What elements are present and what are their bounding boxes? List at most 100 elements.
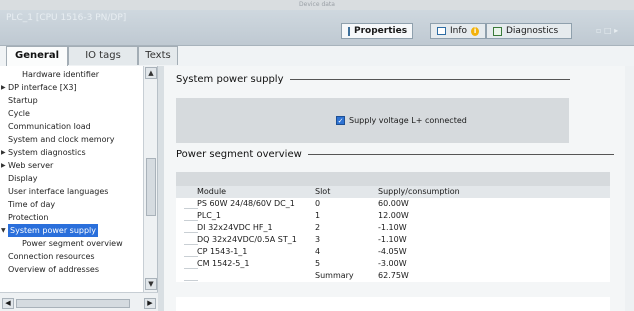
column-header-module[interactable]: Module [197, 186, 226, 198]
scroll-right-icon[interactable]: ▶ [144, 298, 156, 309]
sidebar-item-label: DP interface [X3] [8, 83, 77, 92]
cell-supply: -1.10W [378, 235, 407, 244]
cell-module: DI 32x24VDC HF_1 [197, 223, 273, 232]
navigation-tree: Hardware identifier ▶ DP interface [X3] Sta… [0, 66, 158, 311]
section-rule [289, 78, 570, 80]
info-badge-icon: i [471, 26, 479, 36]
system-power-supply-title: System power supply [176, 74, 284, 85]
table-row[interactable]: Summary 62.75W [176, 270, 610, 282]
cell-slot: 4 [315, 247, 321, 256]
sidebar-item-label: Display [8, 174, 38, 183]
table-row[interactable]: CP 1543-1_1 4 -4.05W [176, 246, 610, 258]
horizontal-scrollbar-thumb[interactable] [16, 299, 130, 308]
vertical-scrollbar[interactable]: ▲ ▼ [143, 66, 157, 292]
cell-supply: -1.10W [378, 223, 407, 232]
expanded-arrow-icon[interactable]: ▼ [1, 224, 6, 237]
cell-supply: 60.00W [378, 199, 409, 208]
info-tab-label: Info [450, 26, 468, 36]
properties-content: System power supply ✓ Supply voltage L+ … [164, 66, 634, 311]
sidebar-item-label: Cycle [8, 109, 30, 118]
scroll-down-icon[interactable]: ▼ [145, 278, 157, 290]
sidebar-item-label: Hardware identifier [22, 70, 100, 79]
properties-icon [348, 26, 350, 36]
row-selector[interactable] [184, 198, 198, 209]
cell-supply: -3.00W [378, 259, 407, 268]
diagnostics-tab-label: Diagnostics [506, 26, 559, 36]
window-controls[interactable]: ▫ □ ▸ [596, 26, 618, 35]
tab-general[interactable]: General [6, 46, 68, 67]
collapsed-arrow-icon[interactable]: ▶ [1, 81, 6, 94]
cell-module: CM 1542-5_1 [197, 259, 250, 268]
checkbox-checked-icon[interactable]: ✓ [336, 116, 345, 125]
table-top-band [176, 172, 610, 185]
properties-tab-label: Properties [354, 26, 408, 36]
tab-texts[interactable]: Texts [138, 46, 178, 65]
cell-module: DQ 32x24VDC/0.5A ST_1 [197, 235, 297, 244]
table-row[interactable]: PLC_1 1 12.00W [176, 210, 610, 222]
content-right-edge [625, 66, 634, 311]
sidebar-item-label: User interface languages [8, 187, 109, 196]
system-power-supply-heading: System power supply [176, 74, 570, 85]
window-title: Device data [299, 1, 335, 8]
cell-module: CP 1543-1_1 [197, 247, 248, 256]
cell-supply: -4.05W [378, 247, 407, 256]
info-tab[interactable]: Info i [430, 23, 486, 39]
scrollbar-thumb[interactable] [146, 158, 156, 216]
cell-slot: 1 [315, 211, 321, 220]
properties-tab[interactable]: Properties [341, 23, 413, 39]
table-row[interactable]: PS 60W 24/48/60V DC_1 0 60.00W [176, 198, 610, 210]
row-selector[interactable] [184, 210, 198, 221]
table-header-row: Module Slot Supply/consumption [176, 186, 610, 198]
row-selector[interactable] [184, 270, 198, 281]
row-selector[interactable] [184, 234, 198, 245]
sidebar-item-label: Connection resources [8, 252, 95, 261]
collapsed-arrow-icon[interactable]: ▶ [1, 146, 6, 159]
sidebar-item-label: System power supply [8, 224, 98, 237]
power-segment-heading: Power segment overview [176, 149, 614, 160]
diagnostics-icon [493, 26, 502, 36]
sidebar-item-label: Web server [8, 161, 54, 170]
table-empty-area [176, 297, 610, 311]
cell-slot: Summary [315, 271, 354, 280]
cell-slot: 2 [315, 223, 321, 232]
cell-supply: 62.75W [378, 271, 409, 280]
sidebar-item-label: System diagnostics [8, 148, 86, 157]
table-row[interactable]: CM 1542-5_1 5 -3.00W [176, 258, 610, 270]
cell-supply: 12.00W [378, 211, 409, 220]
power-segment-title: Power segment overview [176, 149, 302, 160]
sidebar-item-label: Protection [8, 213, 49, 222]
supply-voltage-option[interactable]: ✓ Supply voltage L+ connected [336, 116, 467, 125]
table-row[interactable]: DI 32x24VDC HF_1 2 -1.10W [176, 222, 610, 234]
column-header-slot[interactable]: Slot [315, 186, 330, 198]
sidebar-item-label: Power segment overview [22, 239, 123, 248]
sidebar-item-label: Overview of addresses [8, 265, 99, 274]
sidebar-item-label: Communication load [8, 122, 91, 131]
sidebar-item-label: System and clock memory [8, 135, 115, 144]
diagnostics-tab[interactable]: Diagnostics [486, 23, 572, 39]
table-body: PS 60W 24/48/60V DC_1 0 60.00W PLC_1 1 12.00W… [176, 198, 610, 282]
sidebar-item-label: Startup [8, 96, 38, 105]
cell-module: PS 60W 24/48/60V DC_1 [197, 199, 295, 208]
table-row[interactable]: DQ 32x24VDC/0.5A ST_1 3 -1.10W [176, 234, 610, 246]
inspector-title-bar: PLC_1 [CPU 1516-3 PN/DP] Properties Info… [0, 10, 634, 46]
application-top-bar: Device data [0, 0, 634, 10]
scroll-left-icon[interactable]: ◀ [2, 298, 14, 309]
cell-module: PLC_1 [197, 211, 221, 220]
cell-slot: 3 [315, 235, 321, 244]
navigation-list: Hardware identifier ▶ DP interface [X3] Sta… [0, 66, 143, 292]
row-selector[interactable] [184, 258, 198, 269]
section-rule [307, 153, 614, 155]
info-icon [437, 27, 447, 35]
power-segment-table: Module Slot Supply/consumption PS 60W 24… [176, 185, 610, 282]
tab-io-tags[interactable]: IO tags [68, 46, 138, 65]
sidebar-item-label: Time of day [8, 200, 56, 209]
scroll-up-icon[interactable]: ▲ [145, 67, 157, 79]
cell-slot: 5 [315, 259, 321, 268]
row-selector[interactable] [184, 246, 198, 257]
collapsed-arrow-icon[interactable]: ▶ [1, 159, 6, 172]
column-header-supply[interactable]: Supply/consumption [378, 186, 460, 198]
row-selector[interactable] [184, 222, 198, 233]
supply-voltage-label: Supply voltage L+ connected [349, 116, 467, 125]
cell-slot: 0 [315, 199, 321, 208]
horizontal-scrollbar[interactable]: ◀ ▶ [0, 292, 158, 311]
